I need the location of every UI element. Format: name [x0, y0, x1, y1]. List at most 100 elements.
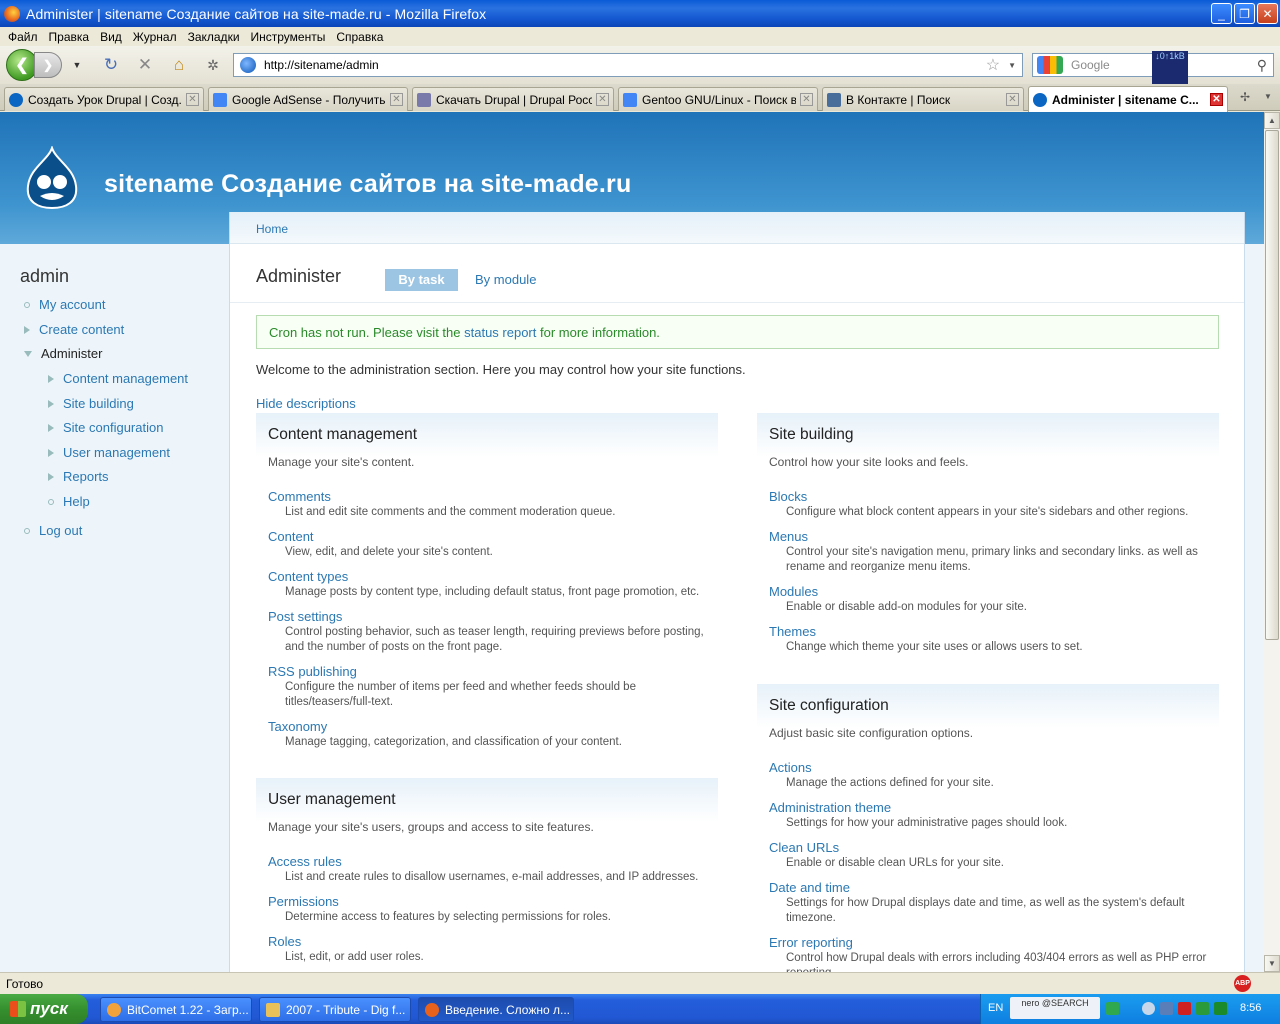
clean-urls-link[interactable]: Clean URLs [769, 840, 1207, 856]
close-button[interactable]: ✕ [1257, 3, 1278, 24]
tab-by-module[interactable]: By module [475, 272, 536, 287]
arrow-tray-icon[interactable] [1106, 1002, 1119, 1015]
tab-close-icon[interactable]: ✕ [1006, 93, 1019, 106]
tab-3[interactable]: Скачать Drupal | Drupal Росс... ✕ [412, 87, 614, 111]
sidebar-item-help[interactable]: Help [48, 494, 90, 509]
url-dropdown-icon[interactable]: ▼ [1008, 61, 1016, 70]
taskbar-item-firefox[interactable]: Введение. Сложно л... [418, 997, 574, 1022]
tab-close-icon[interactable]: ✕ [596, 93, 609, 106]
breadcrumb-home-link[interactable]: Home [256, 222, 288, 236]
search-icon[interactable]: ⚲ [1257, 57, 1267, 74]
stop-icon[interactable]: ✕ [132, 52, 158, 78]
sidebar-item-my-account[interactable]: My account [24, 297, 105, 312]
addons-icon[interactable]: ✲ [200, 52, 226, 78]
sidebar-item-reports[interactable]: Reports [48, 469, 109, 484]
vertical-scrollbar[interactable]: ▲ ▼ [1264, 112, 1280, 972]
history-dropdown-icon[interactable]: ▼ [64, 52, 90, 78]
drupal-logo-icon[interactable] [22, 146, 82, 210]
maximize-button[interactable]: ❐ [1234, 3, 1255, 24]
sidebar-item-site-building[interactable]: Site building [48, 396, 134, 411]
tab-6-active[interactable]: Administer | sitename С... ✕ [1028, 86, 1228, 112]
scroll-thumb[interactable] [1265, 130, 1279, 640]
menus-link[interactable]: Menus [769, 529, 1207, 545]
date-and-time-link[interactable]: Date and time [769, 880, 1207, 896]
home-icon[interactable]: ⌂ [166, 52, 192, 78]
rss-publishing-link[interactable]: RSS publishing [268, 664, 706, 680]
nero-search-box[interactable]: nero @SEARCH [1010, 997, 1100, 1019]
bookmark-star-icon[interactable]: ☆ [986, 55, 1000, 75]
forward-button[interactable]: ❯ [34, 52, 62, 78]
access-rules-link[interactable]: Access rules [268, 854, 706, 870]
status-report-link[interactable]: status report [464, 325, 536, 340]
panel-header: Site configuration [757, 684, 1219, 728]
tab-close-icon[interactable]: ✕ [800, 93, 813, 106]
tab-by-task[interactable]: By task [385, 269, 458, 291]
sidebar-item-site-configuration[interactable]: Site configuration [48, 420, 163, 435]
item-description: Enable or disable clean URLs for your si… [786, 857, 1004, 869]
menu-tools[interactable]: Инструменты [251, 30, 326, 44]
taskbar-item-bitcomet[interactable]: BitComet 1.22 - Загр... [100, 997, 252, 1022]
roles-link[interactable]: Roles [268, 934, 706, 950]
menu-bar: Файл Правка Вид Журнал Закладки Инструме… [0, 27, 1280, 46]
taxonomy-link[interactable]: Taxonomy [268, 719, 706, 735]
item-description: Configure what block content appears in … [786, 506, 1189, 518]
actions-link[interactable]: Actions [769, 760, 1207, 776]
scroll-up-icon[interactable]: ▲ [1264, 112, 1280, 129]
google-engine-icon[interactable] [1037, 56, 1063, 74]
collapsed-arrow-icon [48, 374, 54, 383]
network-tray-icon[interactable] [1142, 1002, 1155, 1015]
collapsed-arrow-icon [48, 423, 54, 432]
window-title-bar: Administer | sitename Создание сайтов на… [0, 0, 1280, 27]
administration-theme-link[interactable]: Administration theme [769, 800, 1207, 816]
kaspersky-tray-icon[interactable] [1178, 1002, 1191, 1015]
tab-close-icon[interactable]: ✕ [1210, 93, 1223, 106]
status-tray-icon[interactable] [1214, 1002, 1227, 1015]
bullet-icon [48, 498, 54, 505]
utorrent-tray-icon[interactable] [1196, 1002, 1209, 1015]
error-reporting-link[interactable]: Error reporting [769, 935, 1207, 951]
new-tab-icon[interactable]: ✢ [1240, 90, 1250, 104]
adblock-icon[interactable]: ABP [1234, 975, 1251, 992]
sidebar-item-administer[interactable]: Administer [24, 346, 102, 361]
content-types-link[interactable]: Content types [268, 569, 706, 585]
menu-bookmarks[interactable]: Закладки [188, 30, 240, 44]
tab-close-icon[interactable]: ✕ [390, 93, 403, 106]
url-bar[interactable]: http://sitename/admin ☆ ▼ [233, 53, 1023, 77]
item-description: Manage posts by content type, including … [285, 586, 700, 598]
tab-list-icon[interactable]: ▼ [1264, 92, 1272, 101]
reload-icon[interactable]: ↻ [98, 52, 124, 78]
menu-view[interactable]: Вид [100, 30, 122, 44]
start-button[interactable]: пуск [0, 994, 88, 1024]
minimize-button[interactable]: _ [1211, 3, 1232, 24]
permissions-link[interactable]: Permissions [268, 894, 706, 910]
menu-history[interactable]: Журнал [133, 30, 177, 44]
post-settings-link[interactable]: Post settings [268, 609, 706, 625]
site-name[interactable]: sitename Создание сайтов на site-made.ru [104, 170, 631, 199]
sidebar-item-content-management[interactable]: Content management [48, 371, 188, 386]
blocks-link[interactable]: Blocks [769, 489, 1207, 505]
modules-link[interactable]: Modules [769, 584, 1207, 600]
tab-2[interactable]: Google AdSense - Получить ... ✕ [208, 87, 408, 111]
menu-file[interactable]: Файл [8, 30, 38, 44]
sidebar-item-create-content[interactable]: Create content [24, 322, 124, 337]
tab-4[interactable]: Gentoo GNU/Linux - Поиск в ... ✕ [618, 87, 818, 111]
site-identity-icon[interactable] [240, 57, 256, 73]
sidebar-item-log-out[interactable]: Log out [24, 523, 82, 538]
menu-edit[interactable]: Правка [49, 30, 90, 44]
hide-descriptions-link[interactable]: Hide descriptions [256, 396, 356, 411]
windows-flag-icon [10, 1001, 26, 1017]
taskbar-item-tribute[interactable]: 2007 - Tribute - Dig f... [259, 997, 411, 1022]
themes-link[interactable]: Themes [769, 624, 1207, 640]
menu-help[interactable]: Справка [336, 30, 383, 44]
comments-link[interactable]: Comments [268, 489, 706, 505]
tab-1[interactable]: Создать Урок Drupal | Созд... ✕ [4, 87, 204, 111]
url-text: http://sitename/admin [264, 58, 379, 72]
monitor-tray-icon[interactable] [1160, 1002, 1173, 1015]
language-indicator[interactable]: EN [988, 1002, 1003, 1014]
content-link[interactable]: Content [268, 529, 706, 545]
tab-label: Administer | sitename С... [1052, 92, 1199, 107]
sidebar-item-user-management[interactable]: User management [48, 445, 170, 460]
tab-close-icon[interactable]: ✕ [186, 93, 199, 106]
scroll-down-icon[interactable]: ▼ [1264, 955, 1280, 972]
tab-5[interactable]: В Контакте | Поиск ✕ [822, 87, 1024, 111]
